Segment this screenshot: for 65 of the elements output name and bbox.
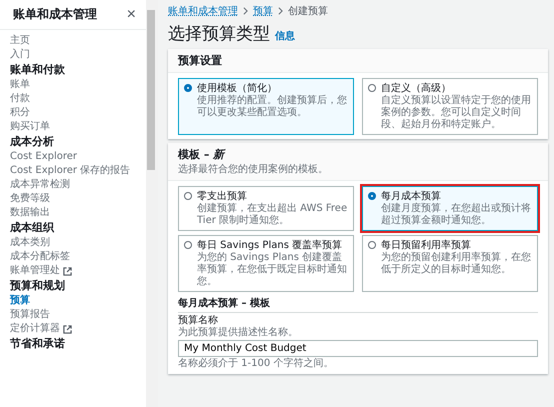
radio-card[interactable]: 每日 Savings Plans 覆盖率预算 为您的 Savings Plans 创建覆盖率预算，在您低于既定目标时通知您。: [178, 235, 354, 292]
option-description: 创建预算，在支出超出 AWS Free Tier 限制时通知您。: [197, 203, 348, 227]
option-description: 为您的预留创建利用率预算，在您低于所定义的目标时通知您。: [381, 252, 532, 276]
breadcrumb-link[interactable]: 预算: [253, 4, 273, 18]
option-description: 自定义预算以设置特定于您的使用案例的参数。您可以自定义时间段、起始月份和特定账户。: [381, 95, 532, 131]
external-link-icon: [63, 266, 72, 276]
option-label: 使用模板（简化）: [197, 82, 278, 94]
nav-link[interactable]: 预算: [10, 294, 146, 308]
nav-section-heading: 成本组织: [10, 220, 56, 236]
sidebar-title: 账单和成本管理: [13, 6, 97, 23]
section-title: 每月成本预算 – 模板: [178, 292, 538, 313]
nav-link[interactable]: 账单: [10, 78, 146, 92]
nav-link[interactable]: 账单管理处: [10, 264, 146, 278]
nav-link[interactable]: 免费等级: [10, 192, 146, 206]
nav-link[interactable]: 主页: [10, 34, 146, 48]
radio-button[interactable]: [368, 241, 376, 249]
card-title: 预算设置: [178, 53, 223, 68]
field-help-text: 名称必须介于 1-100 个字符之间。: [178, 358, 334, 370]
card-subtitle: 选择最符合您的使用案例的模板。: [178, 162, 329, 176]
nav-link[interactable]: 入门: [10, 48, 146, 62]
option-description: 使用推荐的配置。创建预算后，您可以更改某些配置选项。: [197, 95, 348, 119]
nav-link[interactable]: 付款: [10, 92, 146, 106]
page-title: 选择预算类型: [168, 23, 270, 45]
external-link-icon: [63, 324, 72, 334]
nav-link[interactable]: 成本分配标签: [10, 250, 146, 264]
option-label: 每日预留利用率预算: [381, 239, 472, 252]
nav-section-heading: 预算和规划: [10, 278, 66, 294]
chevron-icon: [278, 7, 283, 15]
option-label: 自定义（高级）: [381, 82, 452, 94]
radio-card[interactable]: 每日预留利用率预算 为您的预留创建利用率预算，在您低于所定义的目标时通知您。: [362, 235, 538, 292]
radio-card[interactable]: 使用模板（简化） 使用推荐的配置。创建预算后，您可以更改某些配置选项。: [178, 78, 354, 135]
option-label: 零支出预算: [197, 190, 248, 202]
radio-button[interactable]: [184, 241, 192, 249]
nav-link[interactable]: 购买订单: [10, 120, 146, 134]
nav-section-heading: 节省和承诺: [10, 336, 66, 352]
nav-link[interactable]: 预算报告: [10, 308, 146, 322]
nav-link[interactable]: 成本异常检测: [10, 178, 146, 192]
nav-link[interactable]: 成本类别: [10, 236, 146, 250]
radio-button[interactable]: [184, 84, 192, 92]
radio-button[interactable]: [184, 192, 192, 200]
option-label: 每月成本预算: [381, 190, 442, 202]
chevron-icon: [243, 7, 248, 15]
option-description: 创建月度预算，在您超出或预计将超过预算金额时通知您。: [381, 203, 532, 227]
nav-link[interactable]: Cost Explorer 保存的报告: [10, 164, 146, 178]
radio-card[interactable]: 零支出预算 创建预算，在支出超出 AWS Free Tier 限制时通知您。: [178, 186, 354, 231]
radio-button[interactable]: [368, 192, 376, 200]
nav-link[interactable]: 积分: [10, 106, 146, 120]
breadcrumb-link[interactable]: 账单和成本管理: [168, 4, 238, 18]
breadcrumb-current: 创建预算: [288, 4, 328, 18]
radio-button[interactable]: [368, 84, 376, 92]
close-button[interactable]: ×: [124, 6, 138, 22]
option-label: 每日 Savings Plans 覆盖率预算: [197, 239, 344, 252]
input-field[interactable]: My Monthly Cost Budget: [178, 340, 538, 357]
radio-card[interactable]: 每月成本预算 创建月度预算，在您超出或预计将超过预算金额时通知您。: [362, 186, 538, 231]
field-hint: 为此预算提供描述性名称。: [178, 327, 299, 339]
card-title: 模板 – 新: [178, 147, 226, 162]
info-link[interactable]: 信息: [275, 29, 295, 43]
nav-link[interactable]: Cost Explorer: [10, 150, 146, 164]
field-label: 预算名称: [178, 315, 219, 326]
nav-section-heading: 成本分析: [10, 134, 55, 150]
option-description: 为您的 Savings Plans 创建覆盖率预算，在您低于既定目标时通知您。: [197, 252, 348, 288]
nav-link[interactable]: 定价计算器: [10, 322, 146, 336]
nav-section-heading: 账单和付款: [10, 62, 66, 78]
radio-card[interactable]: 自定义（高级） 自定义预算以设置特定于您的使用案例的参数。您可以自定义时间段、起始月份和特定账户。: [362, 78, 538, 135]
nav-link[interactable]: 数据输出: [10, 206, 146, 220]
